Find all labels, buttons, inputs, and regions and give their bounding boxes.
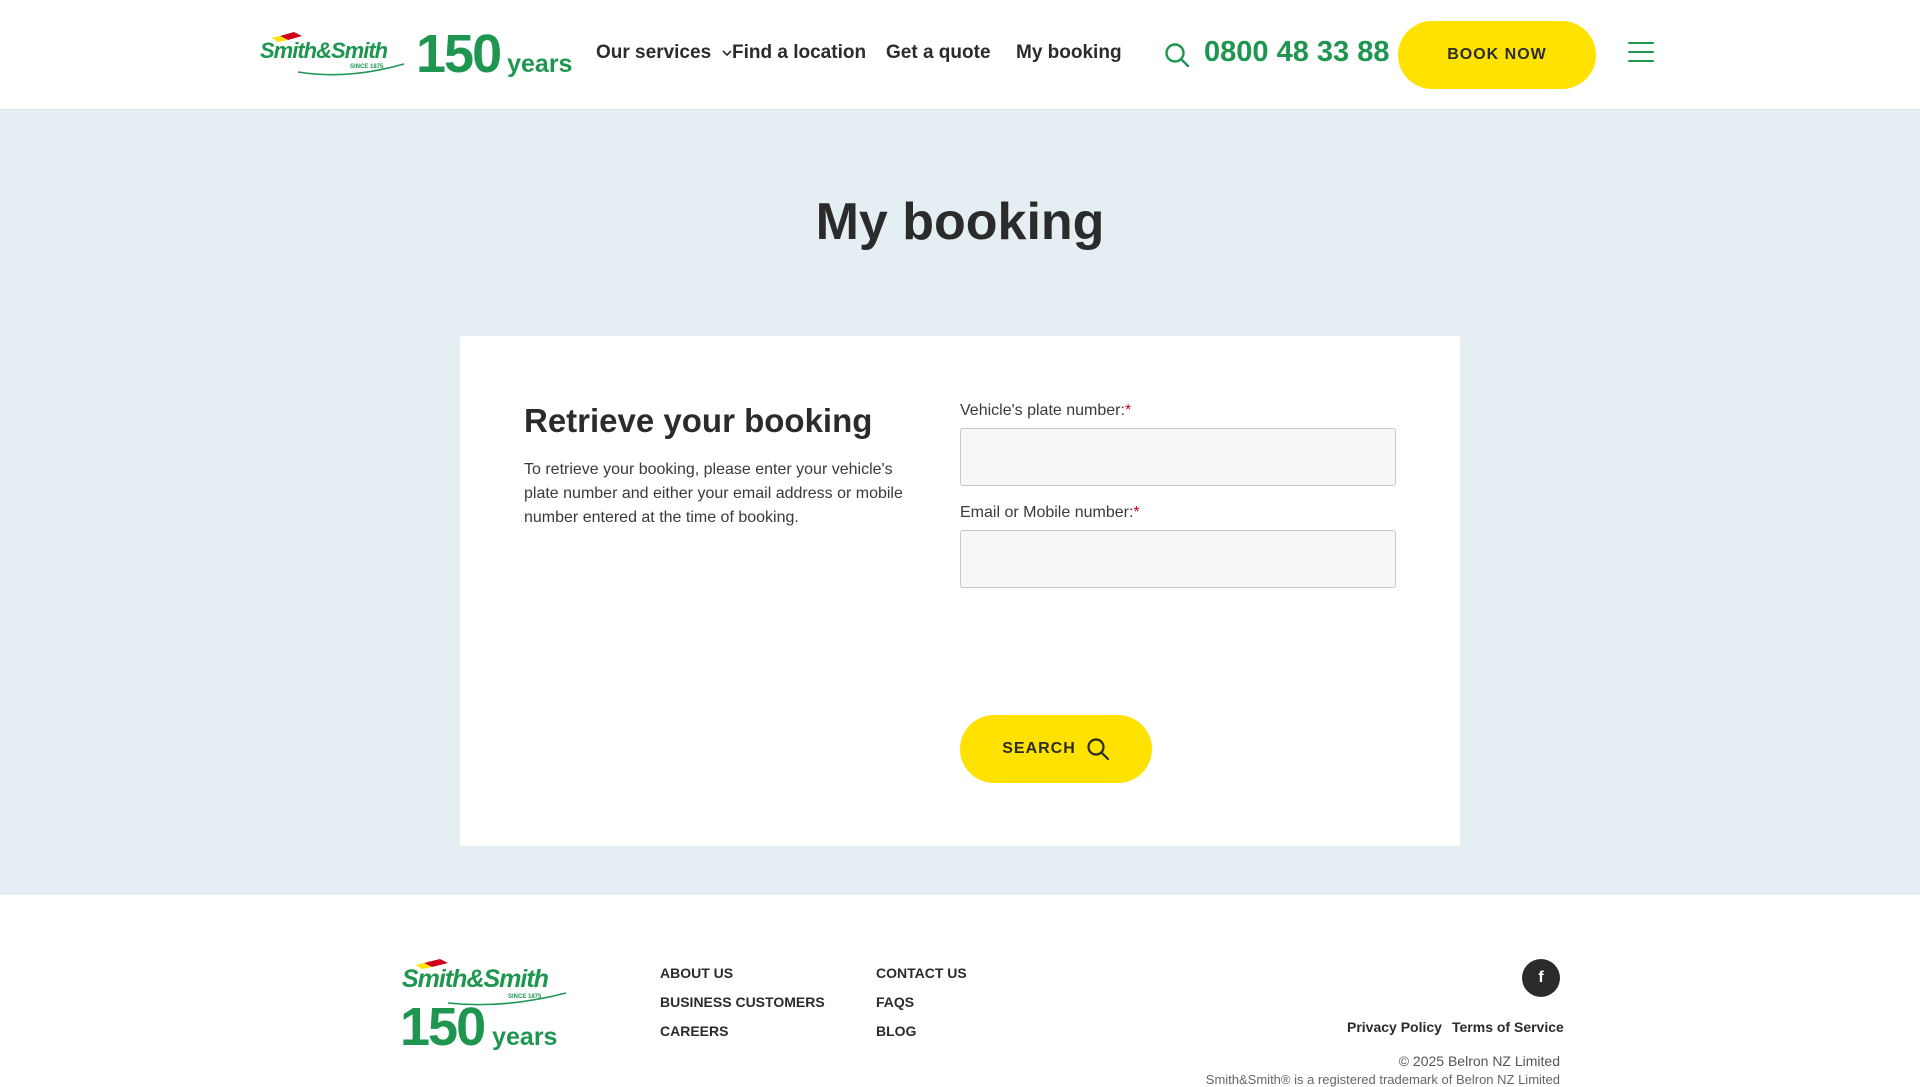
contact-label-text: Email or Mobile number: xyxy=(960,504,1134,521)
logo-since: SINCE 1875 xyxy=(350,64,384,70)
nav-my-booking[interactable]: My booking xyxy=(1016,42,1122,64)
plate-number-label-text: Vehicle's plate number: xyxy=(960,402,1125,419)
required-mark: * xyxy=(1133,504,1140,521)
logo-wordmark: Smith&Smith xyxy=(260,38,388,63)
plate-number-input[interactable] xyxy=(960,428,1396,486)
footer-link-faqs[interactable]: FAQS xyxy=(876,994,914,1010)
smith-and-smith-logo[interactable]: Smith&Smith SINCE 1875 xyxy=(258,30,408,80)
plate-number-label: Vehicle's plate number:* xyxy=(960,402,1131,420)
footer-logo-wordmark: Smith&Smith xyxy=(402,965,549,993)
privacy-policy-link[interactable]: Privacy Policy xyxy=(1347,1019,1442,1035)
anniversary-word: years xyxy=(507,50,573,78)
nav-find-a-location[interactable]: Find a location xyxy=(732,42,866,64)
book-now-button[interactable]: BOOK NOW xyxy=(1398,21,1596,89)
anniversary-number: 150 xyxy=(416,24,502,84)
phone-number-link[interactable]: 0800 48 33 88 xyxy=(1204,36,1389,69)
nav-our-services[interactable]: Our services xyxy=(596,42,732,64)
footer-link-about-us[interactable]: ABOUT US xyxy=(660,965,733,981)
chevron-down-icon xyxy=(722,50,732,57)
hamburger-menu-icon[interactable] xyxy=(1628,42,1654,64)
footer-link-careers[interactable]: CAREERS xyxy=(660,1023,728,1039)
footer-link-business-customers[interactable]: BUSINESS CUSTOMERS xyxy=(660,994,825,1010)
search-button-label: SEARCH xyxy=(1002,740,1076,757)
search-button[interactable]: SEARCH xyxy=(960,715,1152,783)
search-icon[interactable] xyxy=(1164,42,1190,68)
email-or-mobile-input[interactable] xyxy=(960,530,1396,588)
footer-anniversary-badge: 150 years xyxy=(400,999,557,1055)
form-description: To retrieve your booking, please enter y… xyxy=(524,461,903,526)
search-icon xyxy=(1087,738,1109,761)
footer-link-contact-us[interactable]: CONTACT US xyxy=(876,965,967,981)
contact-label: Email or Mobile number:* xyxy=(960,504,1140,522)
nav-get-a-quote[interactable]: Get a quote xyxy=(886,42,991,64)
retrieve-booking-card: Retrieve your booking To retrieve your b… xyxy=(460,336,1460,846)
form-title: Retrieve your booking xyxy=(524,402,873,439)
footer-anniversary-number: 150 xyxy=(400,997,486,1057)
footer-anniversary-word: years xyxy=(492,1023,558,1051)
site-footer: Smith&Smith SINCE 1875 150 years ABOUT U… xyxy=(0,895,1920,1087)
facebook-icon[interactable]: f xyxy=(1522,959,1560,997)
terms-of-service-link[interactable]: Terms of Service xyxy=(1452,1019,1564,1035)
required-mark: * xyxy=(1124,402,1132,419)
anniversary-badge: 150 years xyxy=(416,24,572,84)
site-header: Smith&Smith SINCE 1875 150 years Our ser… xyxy=(0,0,1920,110)
page-title: My booking xyxy=(815,193,1105,251)
copyright-text: © 2025 Belron NZ Limited xyxy=(1398,1053,1560,1069)
main-content: My booking Retrieve your booking To retr… xyxy=(0,110,1920,895)
nav-our-services-label: Our services xyxy=(596,42,712,63)
footer-link-blog[interactable]: BLOG xyxy=(876,1023,916,1039)
